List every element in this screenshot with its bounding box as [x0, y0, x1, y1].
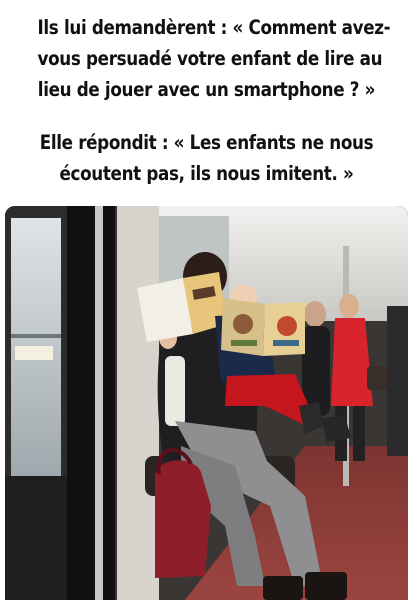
- metro-photo: [5, 206, 408, 600]
- passenger-bag: [367, 366, 387, 390]
- grab-pole-left: [95, 206, 103, 600]
- passenger-red-leg-2: [353, 406, 365, 461]
- caption-line-3: lieu de jouer avec un smartphone ? »: [37, 78, 376, 101]
- child-book-icon: [221, 298, 305, 356]
- caption-line-5: écoutent pas, ils nous imitent. »: [59, 162, 354, 185]
- mother-boot: [263, 576, 303, 600]
- passenger-red-head: [339, 294, 359, 318]
- metro-scene: [5, 206, 408, 600]
- door-edge: [67, 206, 115, 600]
- far-passenger: [387, 306, 408, 456]
- door-lower-panel: [5, 476, 67, 600]
- caption-line-1: Ils lui demandèrent : « Comment avez-: [37, 16, 391, 39]
- quote-caption: Ils lui demandèrent : « Comment avez- vo…: [0, 0, 413, 205]
- door-window-divider: [11, 334, 61, 338]
- passenger-head: [304, 301, 326, 327]
- caption-line-4: Elle répondit : « Les enfants ne nous: [39, 131, 374, 154]
- mother-sweater-arm: [165, 356, 185, 426]
- mother-boot-2: [305, 572, 347, 600]
- side-panel: [117, 206, 159, 600]
- red-bag: [155, 460, 211, 578]
- caption-line-2: vous persuadé votre enfant de lire au: [37, 47, 383, 70]
- platform-sign: [15, 346, 53, 360]
